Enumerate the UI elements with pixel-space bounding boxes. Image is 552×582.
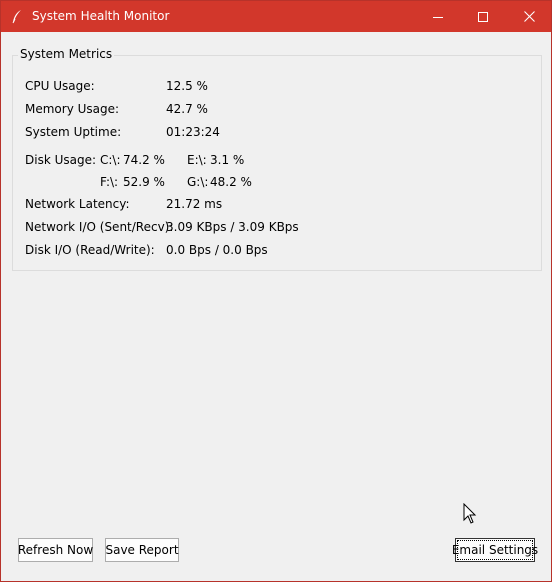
cpu-usage-label: CPU Usage:: [25, 79, 95, 93]
disk-e-drive: E:\:: [187, 153, 207, 167]
mouse-pointer-icon: [463, 503, 477, 524]
feather-icon: [12, 10, 21, 24]
refresh-now-button[interactable]: Refresh Now: [18, 538, 93, 562]
disk-f-drive: F:\:: [100, 175, 119, 189]
maximize-button[interactable]: [460, 1, 506, 32]
save-report-button[interactable]: Save Report: [105, 538, 179, 562]
disk-usage-label: Disk Usage:: [25, 153, 97, 167]
disk-g-value: 48.2 %: [210, 175, 252, 189]
disk-io-value: 0.0 Bps / 0.0 Bps: [166, 243, 268, 257]
system-uptime-value: 01:23:24: [166, 125, 220, 139]
group-title: System Metrics: [18, 47, 115, 61]
title-bar[interactable]: System Health Monitor: [1, 1, 551, 32]
app-window: System Health Monitor System Metrics CPU…: [0, 0, 552, 582]
memory-usage-label: Memory Usage:: [25, 102, 120, 116]
window-title: System Health Monitor: [32, 9, 170, 23]
minimize-button[interactable]: [415, 1, 461, 32]
system-uptime-label: System Uptime:: [25, 125, 122, 139]
minimize-icon: [433, 16, 443, 18]
network-io-label: Network I/O (Sent/Recv):: [25, 220, 174, 234]
network-latency-value: 21.72 ms: [166, 197, 223, 211]
network-latency-label: Network Latency:: [25, 197, 130, 211]
memory-usage-value: 42.7 %: [166, 102, 208, 116]
disk-e-value: 3.1 %: [210, 153, 245, 167]
disk-io-label: Disk I/O (Read/Write):: [25, 243, 155, 257]
disk-g-drive: G:\:: [187, 175, 209, 189]
disk-c-value: 74.2 %: [123, 153, 165, 167]
disk-f-value: 52.9 %: [123, 175, 165, 189]
close-button[interactable]: [506, 1, 552, 32]
network-io-value: 3.09 KBps / 3.09 KBps: [166, 220, 299, 234]
close-icon: [523, 11, 535, 22]
email-settings-button[interactable]: Email Settings: [452, 538, 538, 562]
maximize-icon: [478, 11, 488, 22]
disk-c-drive: C:\:: [100, 153, 121, 167]
cpu-usage-value: 12.5 %: [166, 79, 208, 93]
